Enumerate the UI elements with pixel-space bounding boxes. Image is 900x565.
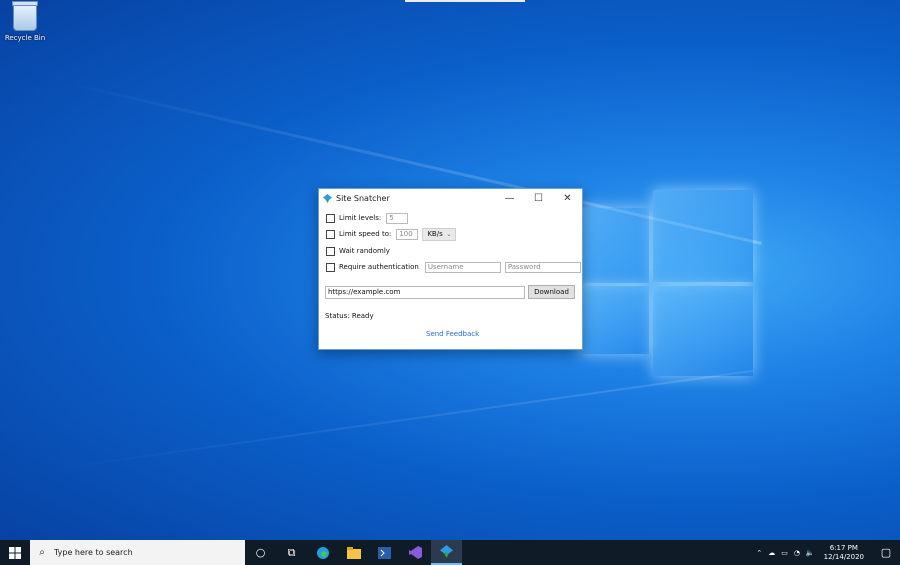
light-beam <box>39 369 754 472</box>
limit-levels-label: Limit levels: <box>339 214 382 222</box>
volume-muted-icon[interactable]: 🔈 <box>806 549 815 557</box>
network-icon[interactable]: ◔ <box>794 549 800 557</box>
onedrive-cloud-icon[interactable]: ☁ <box>768 549 775 557</box>
minimize-button[interactable]: — <box>495 189 524 207</box>
app-icon <box>323 193 332 203</box>
wait-randomly-row: Wait randomly <box>326 244 390 258</box>
url-input[interactable]: https://example.com <box>325 285 525 299</box>
taskbar: ⌕ Type here to search ○ ⧉ ⌃ ☁ ▭ ◔ 🔈 6:17… <box>0 540 900 565</box>
wait-randomly-label: Wait randomly <box>339 247 390 255</box>
require-auth-checkbox[interactable] <box>326 262 335 272</box>
edge-browser-icon <box>316 546 329 559</box>
taskbar-powershell[interactable] <box>369 540 400 565</box>
start-button[interactable] <box>0 540 30 565</box>
password-input[interactable]: Password <box>504 261 581 273</box>
status-row: Status: Ready <box>325 309 374 323</box>
send-feedback-link[interactable]: Send Feedback <box>426 330 479 338</box>
maximize-button[interactable]: ☐ <box>524 189 553 207</box>
taskbar-search-box[interactable]: ⌕ Type here to search <box>30 540 245 565</box>
limit-levels-input[interactable]: 5 <box>386 212 409 224</box>
cortana-circle-icon: ○ <box>255 546 266 559</box>
limit-speed-checkbox[interactable] <box>326 229 335 239</box>
speed-unit-select[interactable]: KB/s ⌄ <box>422 227 457 241</box>
limit-speed-row: Limit speed to: 100 KB/s ⌄ <box>326 227 457 241</box>
task-view-icon: ⧉ <box>287 545 296 559</box>
search-icon: ⌕ <box>39 547 45 558</box>
speed-unit-value: KB/s <box>427 230 443 238</box>
top-edge-window <box>405 0 525 2</box>
recycle-bin-desktop-icon[interactable]: Recycle Bin <box>3 1 47 42</box>
windows-start-icon <box>9 546 21 559</box>
clock-time: 6:17 PM <box>829 543 858 552</box>
battery-icon[interactable]: ▭ <box>781 549 788 557</box>
taskbar-file-explorer[interactable] <box>338 540 369 565</box>
windows-logo-wallpaper <box>575 190 753 376</box>
window-title: Site Snatcher <box>336 193 390 203</box>
title-bar[interactable]: Site Snatcher — ☐ ✕ <box>319 189 582 207</box>
site-snatcher-taskbar-icon <box>440 545 453 558</box>
powershell-icon <box>378 546 391 559</box>
download-button[interactable]: Download <box>528 285 575 299</box>
close-button[interactable]: ✕ <box>553 189 582 207</box>
require-auth-label: Require authentication <box>339 263 419 271</box>
search-placeholder: Type here to search <box>54 548 133 557</box>
chevron-up-icon[interactable]: ⌃ <box>756 549 762 557</box>
wait-randomly-checkbox[interactable] <box>326 246 335 256</box>
folder-icon <box>346 546 361 559</box>
visual-studio-icon <box>409 546 422 559</box>
cortana-button[interactable]: ○ <box>245 540 276 565</box>
site-snatcher-window: Site Snatcher — ☐ ✕ Limit levels: 5 Limi… <box>318 188 583 350</box>
recycle-bin-label: Recycle Bin <box>4 34 46 42</box>
clock-date: 12/14/2020 <box>823 552 864 561</box>
taskbar-visual-studio[interactable] <box>400 540 431 565</box>
notification-center-icon[interactable]: ▢ <box>875 546 897 559</box>
require-auth-row: Require authentication Username Password <box>326 260 581 274</box>
limit-levels-row: Limit levels: 5 <box>326 211 409 225</box>
username-input[interactable]: Username <box>424 261 501 273</box>
limit-levels-checkbox[interactable] <box>326 213 335 223</box>
limit-speed-input[interactable]: 100 <box>396 228 419 240</box>
recycle-bin-icon <box>12 1 38 31</box>
clock[interactable]: 6:17 PM 12/14/2020 <box>824 544 864 562</box>
url-row: https://example.com Download <box>325 285 575 299</box>
status-text: Status: Ready <box>325 312 374 320</box>
taskbar-edge[interactable] <box>307 540 338 565</box>
chevron-down-icon: ⌄ <box>446 230 452 238</box>
system-tray: ⌃ ☁ ▭ ◔ 🔈 6:17 PM 12/14/2020 ▢ <box>753 540 900 565</box>
task-view-button[interactable]: ⧉ <box>276 540 307 565</box>
taskbar-site-snatcher[interactable] <box>431 540 462 565</box>
limit-speed-label: Limit speed to: <box>339 230 392 238</box>
